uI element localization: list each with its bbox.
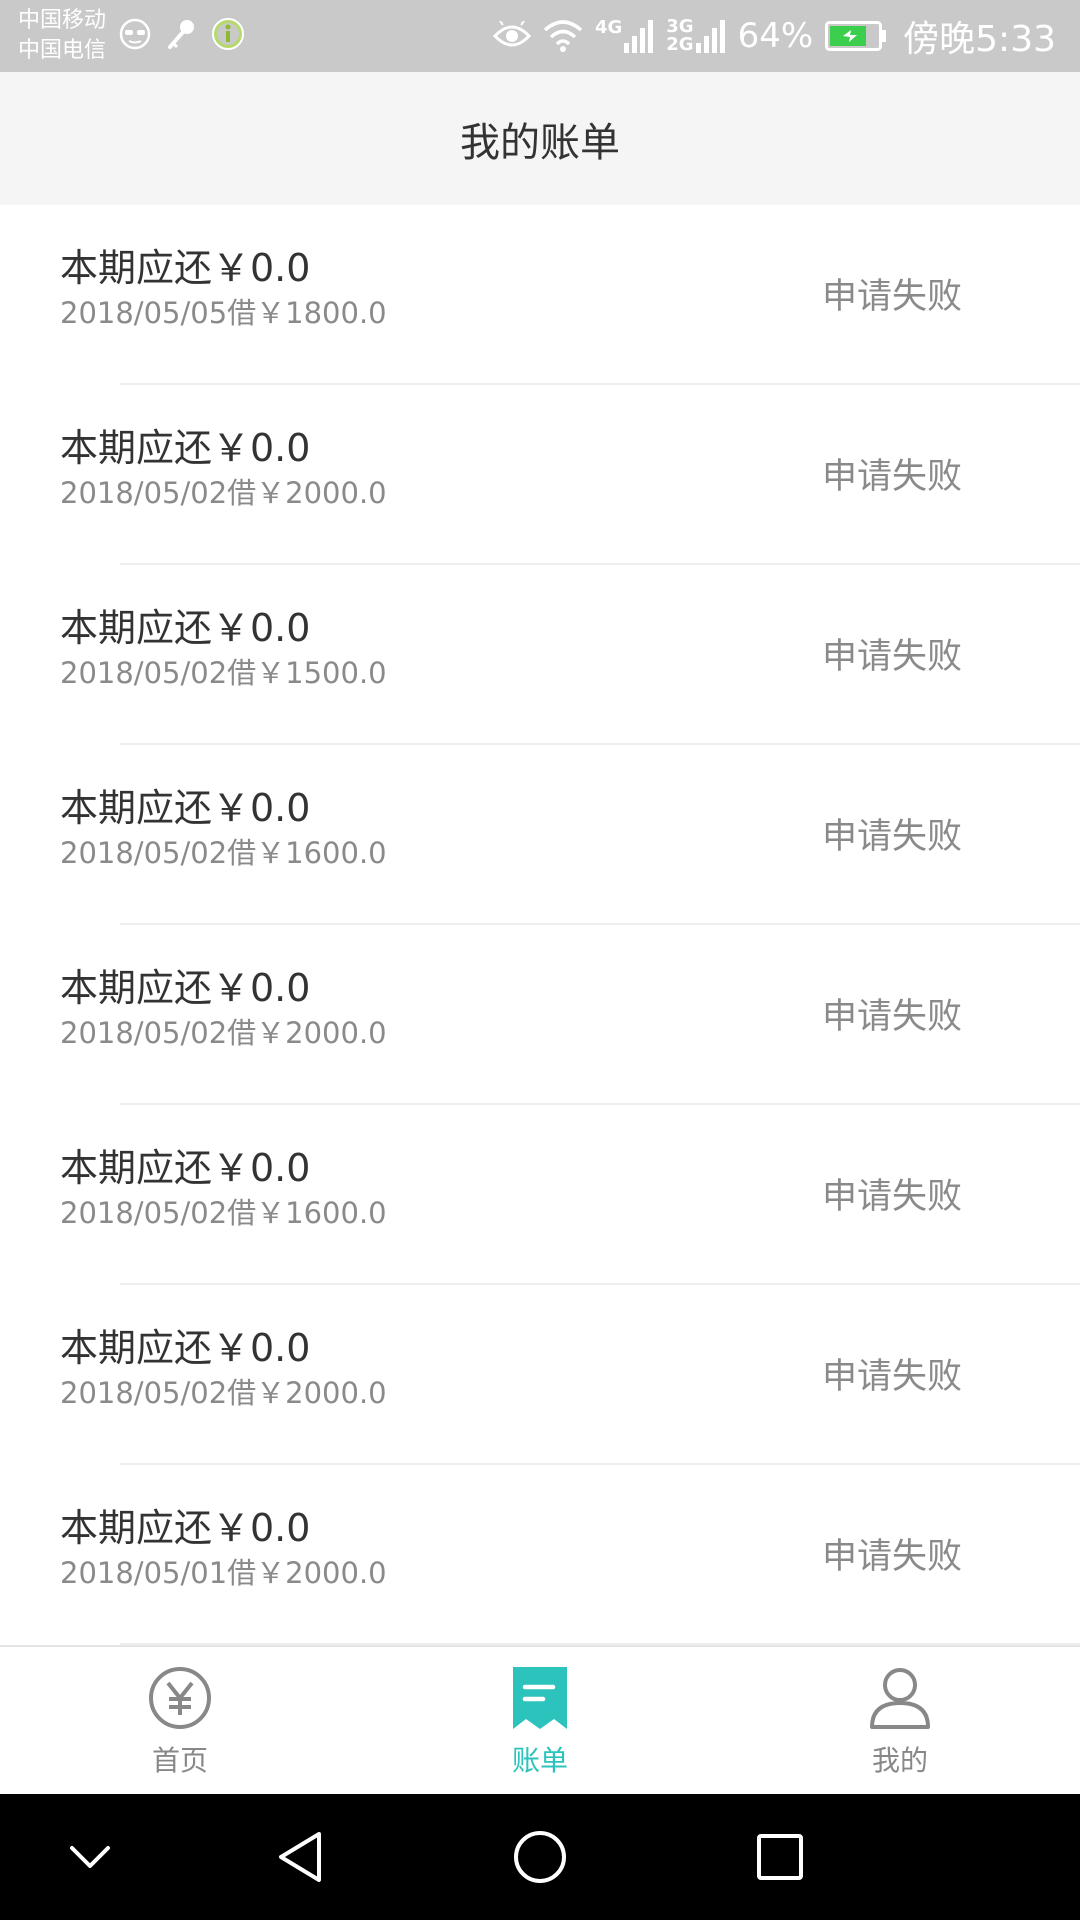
bill-status: 申请失败 xyxy=(821,637,962,677)
list-item[interactable]: 本期应还￥0.0 2018/05/02借￥1600.0 申请失败 xyxy=(0,745,1080,925)
back-button[interactable] xyxy=(270,1827,330,1887)
bill-amount-due: 本期应还￥0.0 xyxy=(60,966,311,1010)
bill-loan-info: 2018/05/02借￥2000.0 xyxy=(60,1376,387,1410)
bill-list[interactable]: 本期应还￥0.0 2018/05/05借￥1800.0 申请失败 本期应还￥0.… xyxy=(0,205,1080,1645)
bill-status: 申请失败 xyxy=(821,277,962,317)
bill-loan-info: 2018/05/02借￥1600.0 xyxy=(60,836,387,870)
status-right: 4G 3G 2G 64% 傍晚5:33 xyxy=(492,0,1056,72)
bill-amount-due: 本期应还￥0.0 xyxy=(60,1326,311,1370)
key-icon xyxy=(168,20,194,49)
wifi-icon xyxy=(543,20,583,52)
network-4g-label: 4G xyxy=(594,17,623,38)
bill-status: 申请失败 xyxy=(821,1177,962,1217)
tab-bills[interactable]: 账单 xyxy=(360,1647,720,1794)
bill-loan-info: 2018/05/02借￥2000.0 xyxy=(60,476,387,510)
glasses-face-icon xyxy=(119,18,151,50)
bill-amount-due: 本期应还￥0.0 xyxy=(60,426,311,470)
bill-status: 申请失败 xyxy=(821,817,962,857)
battery-icon xyxy=(825,21,887,51)
bill-amount-due: 本期应还￥0.0 xyxy=(60,246,311,290)
status-bar: 中国移动 中国电信 4G 3G 2G 64% 傍晚5:33 xyxy=(0,0,1080,72)
bill-status: 申请失败 xyxy=(821,1537,962,1577)
list-item[interactable]: 本期应还￥0.0 2018/05/02借￥2000.0 申请失败 xyxy=(0,1285,1080,1465)
list-item[interactable]: 本期应还￥0.0 2018/05/02借￥2000.0 申请失败 xyxy=(0,385,1080,565)
signal-icon-2 xyxy=(695,20,725,53)
header: 我的账单 xyxy=(0,72,1080,205)
bill-status: 申请失败 xyxy=(821,457,962,497)
tab-home[interactable]: 首页 xyxy=(0,1647,360,1794)
list-item[interactable]: 本期应还￥0.0 2018/05/02借￥1600.0 申请失败 xyxy=(0,1105,1080,1285)
page-title: 我的账单 xyxy=(460,119,620,166)
bill-loan-info: 2018/05/02借￥1600.0 xyxy=(60,1196,387,1230)
hide-nav-button[interactable] xyxy=(60,1827,120,1887)
clock: 傍晚5:33 xyxy=(903,19,1056,60)
network-2g-label: 2G xyxy=(666,34,694,55)
back-triangle-icon xyxy=(279,1832,321,1882)
carrier-info: 中国移动 中国电信 xyxy=(18,6,106,66)
bill-amount-due: 本期应还￥0.0 xyxy=(60,786,311,830)
recents-square-icon xyxy=(757,1834,803,1880)
list-item[interactable]: 本期应还￥0.0 2018/05/01借￥2000.0 申请失败 xyxy=(0,1465,1080,1645)
tab-bills-label: 账单 xyxy=(511,1744,568,1777)
bill-amount-due: 本期应还￥0.0 xyxy=(60,1506,311,1550)
recents-button[interactable] xyxy=(750,1827,810,1887)
carrier-2: 中国电信 xyxy=(18,38,107,63)
bill-loan-info: 2018/05/01借￥2000.0 xyxy=(60,1556,387,1590)
system-navigation-bar xyxy=(0,1794,1080,1920)
bill-loan-info: 2018/05/05借￥1800.0 xyxy=(60,296,387,330)
tab-bar: 首页 账单 我的 xyxy=(0,1645,1080,1794)
bill-amount-due: 本期应还￥0.0 xyxy=(60,606,311,650)
tab-mine[interactable]: 我的 xyxy=(720,1647,1080,1794)
home-circle-icon xyxy=(514,1831,566,1883)
bill-icon xyxy=(513,1667,567,1729)
notification-icons xyxy=(118,16,246,52)
battery-percent: 64% xyxy=(737,16,814,56)
bill-amount-due: 本期应还￥0.0 xyxy=(60,1146,311,1190)
person-icon xyxy=(870,1668,930,1729)
bill-status: 申请失败 xyxy=(821,1357,962,1397)
yuan-circle-icon xyxy=(149,1667,211,1729)
eye-icon xyxy=(492,21,531,47)
home-button[interactable] xyxy=(510,1827,570,1887)
bill-loan-info: 2018/05/02借￥1500.0 xyxy=(60,656,387,690)
tab-home-label: 首页 xyxy=(151,1744,208,1777)
tab-mine-label: 我的 xyxy=(871,1744,928,1777)
list-item[interactable]: 本期应还￥0.0 2018/05/02借￥1500.0 申请失败 xyxy=(0,565,1080,745)
bill-status: 申请失败 xyxy=(821,997,962,1037)
list-item[interactable]: 本期应还￥0.0 2018/05/02借￥2000.0 申请失败 xyxy=(0,925,1080,1105)
list-item[interactable]: 本期应还￥0.0 2018/05/05借￥1800.0 申请失败 xyxy=(0,205,1080,385)
chevron-down-icon xyxy=(70,1846,110,1868)
bill-loan-info: 2018/05/02借￥2000.0 xyxy=(60,1016,387,1050)
signal-icon-1 xyxy=(624,20,654,53)
carrier-1: 中国移动 xyxy=(18,8,107,33)
info-icon xyxy=(212,18,244,50)
